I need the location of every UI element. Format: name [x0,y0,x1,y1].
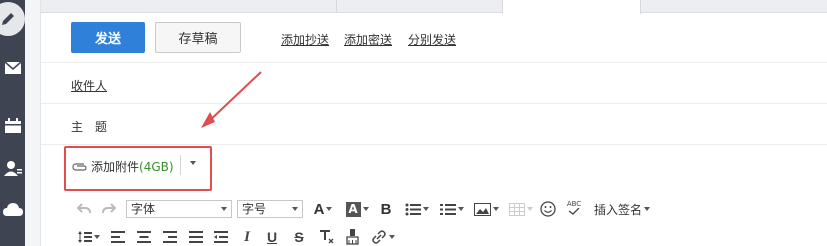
justify-icon [189,231,203,243]
divider [41,103,827,104]
attachment-divider [180,155,181,175]
insert-link-button[interactable] [370,228,396,246]
mail-icon[interactable] [0,56,25,80]
add-cc-link[interactable]: 添加抄送 [281,31,329,48]
font-size-value: 字号 [242,202,267,216]
attachment-size-limit: (4GB) [139,160,174,174]
bullet-list-button[interactable] [403,200,431,218]
link-icon [372,230,386,244]
separate-send-link[interactable]: 分别发送 [408,31,456,48]
spellcheck-button[interactable]: ABC [565,198,583,216]
subject-label: 主 题 [71,120,108,134]
align-right-icon [163,231,177,243]
chevron-down-icon [458,207,464,211]
align-left-button[interactable] [110,228,126,246]
line-height-icon [78,231,92,243]
add-bcc-link[interactable]: 添加密送 [344,31,392,48]
insert-signature-label: 插入签名 [593,202,642,217]
pencil-icon [0,2,25,36]
clear-format-button[interactable] [318,228,334,246]
format-painter-button[interactable] [344,228,360,246]
compose-nav[interactable] [0,0,25,38]
italic-button[interactable]: I [240,228,254,246]
paperclip-icon [72,160,88,174]
font-color-icon: A [313,200,325,218]
bold-icon: B [380,200,392,218]
undo-icon[interactable] [75,200,93,218]
font-family-value: 字体 [131,202,156,216]
sidebar-gutter [25,0,41,246]
font-color-button[interactable]: A [310,200,336,218]
underline-button[interactable]: U [265,228,279,246]
chevron-down-icon[interactable] [190,161,196,165]
line-height-button[interactable] [77,228,101,246]
contacts-icon[interactable] [0,156,25,180]
chevron-down-icon [492,207,499,211]
outdent-icon [214,231,228,243]
brush-icon [345,229,359,245]
recipient-label[interactable]: 收件人 [71,77,107,94]
chevron-down-icon [292,207,298,211]
bullet-list-icon [405,203,421,215]
chevron-down-icon [326,207,333,211]
tab-compose[interactable] [502,0,641,14]
clear-format-icon [319,230,333,244]
insert-image-button[interactable] [472,200,500,218]
mail-compose-window: 发送 存草稿 添加抄送 添加密送 分别发送 收件人 主 题 添加附件(4GB) … [0,0,827,246]
chevron-down-icon [221,207,227,211]
numbered-list-button[interactable] [438,200,466,218]
align-center-icon [137,231,151,243]
divider [41,144,827,145]
strikethrough-button[interactable]: S [292,228,306,246]
chevron-down-icon [527,207,533,211]
italic-icon: I [244,228,250,245]
smiley-icon [540,201,556,217]
chevron-down-icon [423,207,429,211]
add-attachment-button[interactable]: 添加附件(4GB) [91,158,174,175]
justify-button[interactable] [188,228,204,246]
save-draft-button[interactable]: 存草稿 [155,22,241,53]
highlight-icon: A [345,201,361,217]
outdent-button[interactable] [213,228,229,246]
send-button[interactable]: 发送 [71,22,145,53]
chevron-down-icon [362,207,369,211]
tab-divider [336,0,337,13]
align-center-button[interactable] [136,228,152,246]
divider [41,62,827,63]
numbered-list-icon [440,203,456,215]
cloud-icon[interactable] [0,198,25,222]
background-color-button[interactable]: A [343,200,371,218]
insert-table-button[interactable] [507,200,535,218]
bold-button[interactable]: B [378,200,394,218]
font-family-select[interactable]: 字体 [126,200,232,218]
strikethrough-icon: S [294,229,304,245]
align-right-button[interactable] [162,228,178,246]
chevron-down-icon [94,235,100,239]
table-icon [509,202,525,216]
add-attachment-label: 添加附件 [91,160,140,174]
calendar-icon[interactable] [0,114,25,138]
spellcheck-label: ABC [566,199,582,208]
app-sidebar [0,0,25,246]
insert-signature-button[interactable]: 插入签名 [593,200,651,218]
chevron-down-icon [389,235,395,239]
font-size-select[interactable]: 字号 [237,200,303,218]
redo-icon[interactable] [100,200,118,218]
chevron-down-icon [644,207,650,211]
check-icon [568,207,580,215]
underline-icon: U [266,229,278,245]
emoji-button[interactable] [539,200,557,218]
image-icon [473,202,491,216]
align-left-icon [111,231,125,243]
tab-strip [41,0,827,14]
